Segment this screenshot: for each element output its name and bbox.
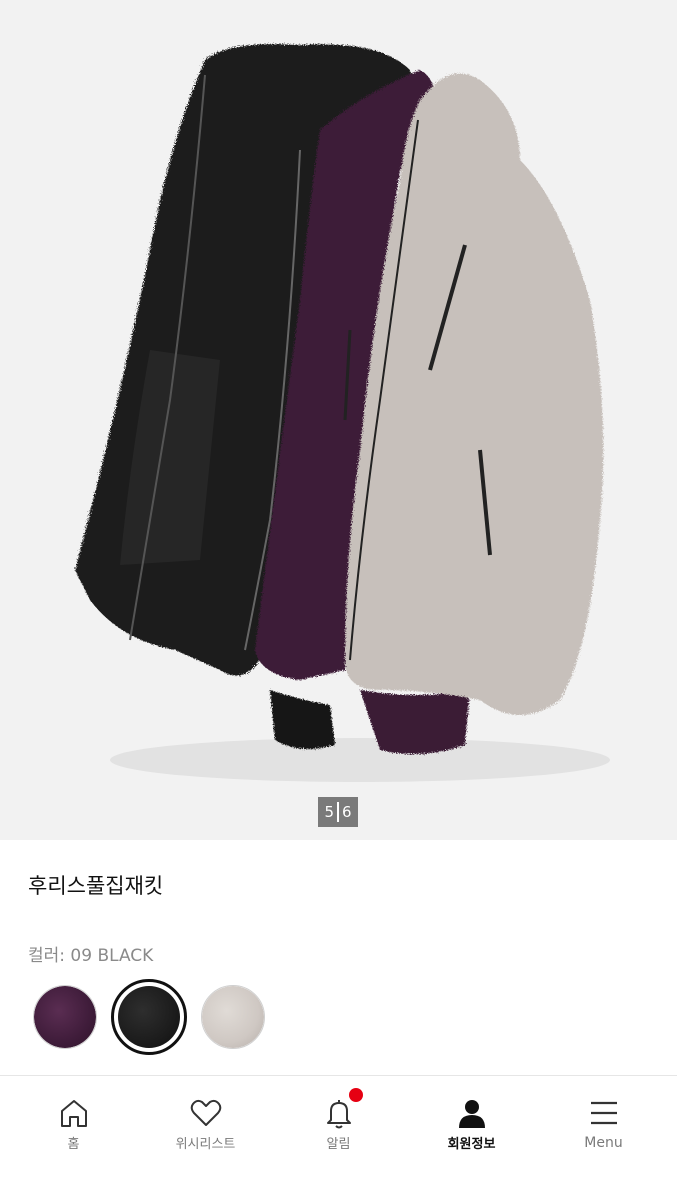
menu-icon (590, 1101, 617, 1125)
notification-badge (349, 1088, 363, 1102)
image-pager: 5 6 (318, 797, 358, 827)
nav-item-wishlist[interactable]: 위시리스트 (138, 1076, 273, 1176)
swatch-black-fill (118, 986, 180, 1048)
pager-separator (337, 802, 339, 822)
product-image-gallery[interactable]: 5 6 (0, 0, 677, 840)
swatch-light-gray-fill (202, 986, 264, 1048)
pager-total: 6 (342, 803, 352, 821)
swatch-purple-fill (34, 986, 96, 1048)
nav-label-member-info: 회원정보 (447, 1137, 496, 1152)
bottom-navigation: 홈 위시리스트 알림 회원정보 Menu (0, 1075, 677, 1200)
nav-label-menu: Menu (584, 1135, 623, 1151)
nav-label-home: 홈 (67, 1137, 80, 1152)
nav-item-home[interactable]: 홈 (6, 1076, 141, 1176)
pager-current: 5 (324, 803, 334, 821)
heart-icon (190, 1099, 221, 1126)
home-icon (60, 1100, 87, 1127)
bell-icon (326, 1100, 351, 1129)
selected-color-label: 컬러: 09 BLACK (28, 946, 154, 966)
swatch-purple[interactable] (33, 985, 97, 1049)
nav-item-notifications[interactable]: 알림 (271, 1076, 406, 1176)
nav-item-menu[interactable]: Menu (536, 1076, 671, 1176)
product-title: 후리스풀집재킷 (28, 874, 164, 898)
swatch-light-gray[interactable] (201, 985, 265, 1049)
product-image (75, 44, 610, 782)
user-icon (458, 1100, 485, 1128)
nav-label-notifications: 알림 (326, 1137, 351, 1152)
nav-item-member-info[interactable]: 회원정보 (404, 1076, 539, 1176)
swatch-black[interactable] (111, 979, 187, 1055)
nav-label-wishlist: 위시리스트 (175, 1137, 236, 1152)
